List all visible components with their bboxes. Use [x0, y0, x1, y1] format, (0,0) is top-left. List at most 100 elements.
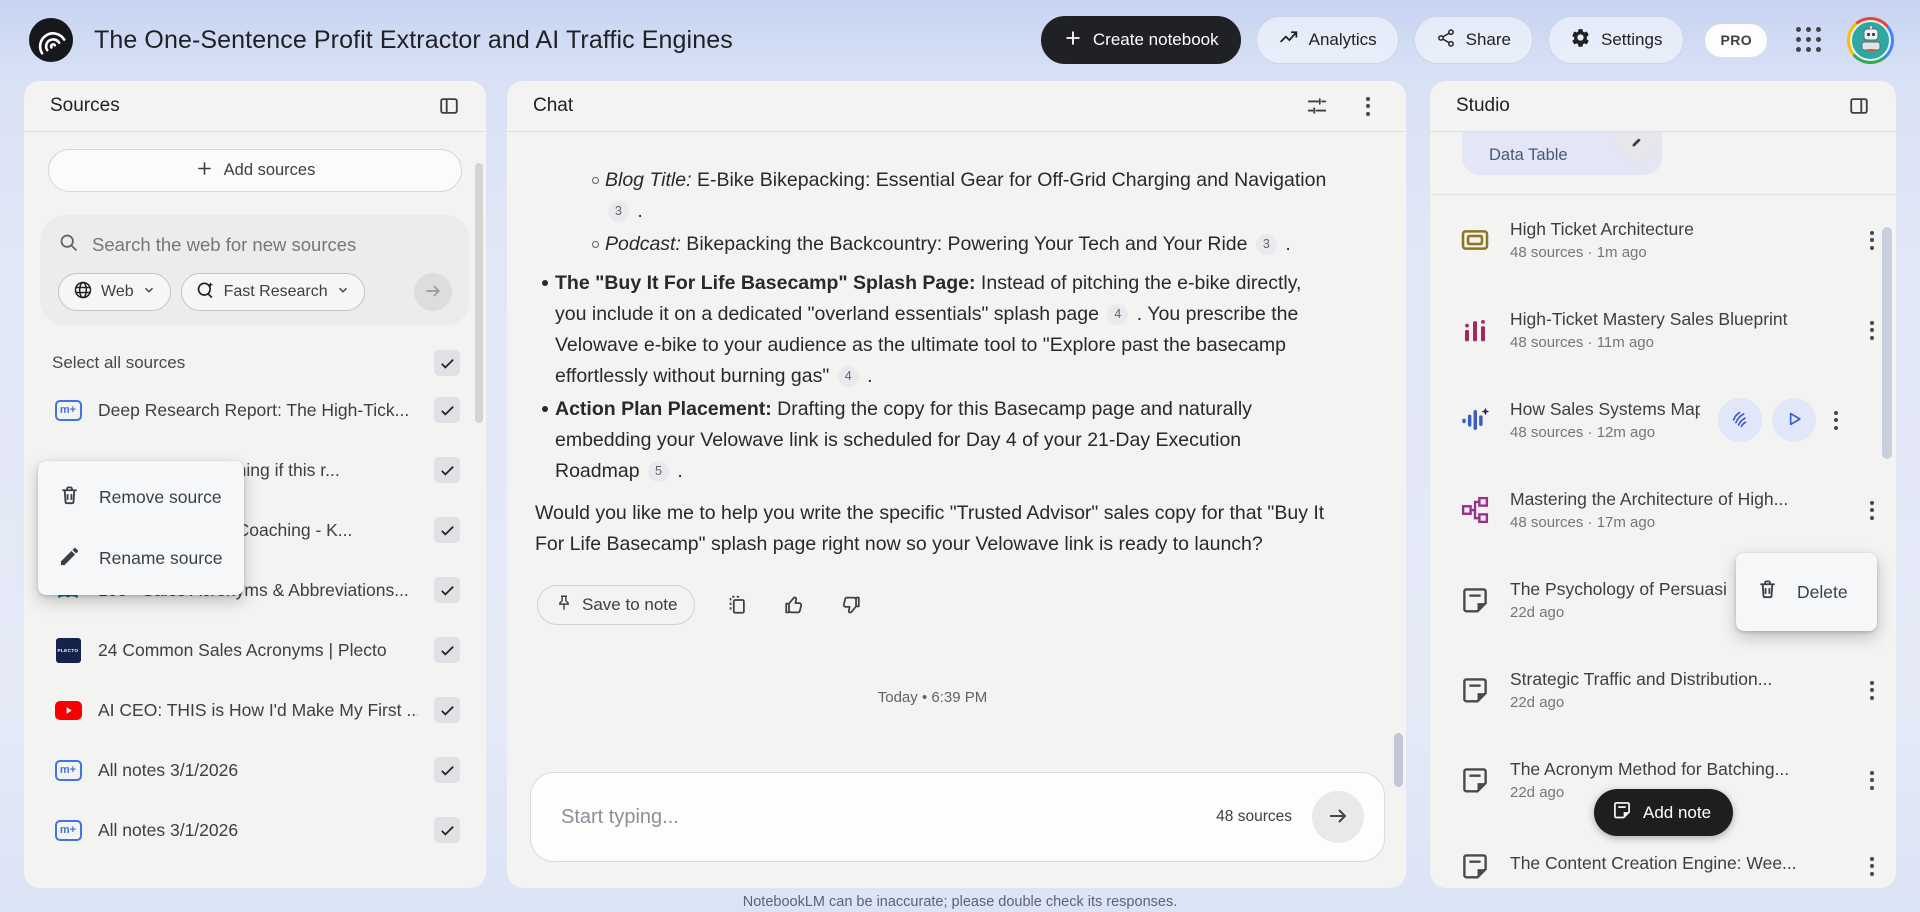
notebooklm-logo-icon[interactable]: [28, 17, 74, 63]
studio-item-meta: 48 sources · 17m ago: [1510, 514, 1656, 531]
studio-item[interactable]: High-Ticket Mastery Sales Blueprint 48 s…: [1430, 285, 1896, 375]
source-checkbox[interactable]: [434, 397, 460, 423]
add-sources-button[interactable]: Add sources: [48, 149, 462, 192]
studio-item-title: How Sales Systems Map...: [1510, 399, 1700, 419]
analytics-button[interactable]: Analytics: [1255, 16, 1399, 64]
play-button[interactable]: [1772, 398, 1816, 442]
web-filter-chip[interactable]: Web: [58, 273, 171, 311]
studio-context-menu: Delete: [1736, 553, 1877, 631]
chat-bullet: The "Buy It For Life Basecamp" Splash Pa…: [535, 268, 1330, 392]
note-icon: [1612, 800, 1632, 825]
delete-menu-item[interactable]: Delete: [1736, 561, 1877, 623]
studio-item-menu-icon[interactable]: [1862, 769, 1882, 791]
studio-item[interactable]: Mastering the Architecture of High... 48…: [1430, 465, 1896, 555]
hollow-bullet-marker: [585, 165, 605, 227]
source-row[interactable]: PLECTO 24 Common Sales Acronyms | Plecto: [24, 620, 486, 680]
select-all-row: Select all sources: [24, 326, 486, 380]
create-notebook-button[interactable]: Create notebook: [1040, 16, 1241, 64]
studio-panel: Studio Data Table High Ticket Architectu…: [1430, 81, 1896, 888]
studio-list: High Ticket Architecture 48 sources · 1m…: [1430, 195, 1896, 888]
save-to-note-button[interactable]: Save to note: [537, 585, 696, 625]
source-checkbox[interactable]: [434, 697, 460, 723]
trash-icon: [58, 484, 81, 512]
arrow-right-icon: [423, 281, 443, 304]
thumbs-down-icon[interactable]: [836, 590, 866, 620]
search-input[interactable]: [92, 234, 452, 256]
collapse-studio-panel-icon[interactable]: [1844, 91, 1874, 121]
chat-panel: Chat Blog Title: E-Bike Bikepacking: Ess…: [507, 81, 1406, 888]
studio-item-menu-icon[interactable]: [1862, 319, 1882, 341]
source-checkbox[interactable]: [434, 757, 460, 783]
trending-up-icon: [1278, 27, 1299, 53]
citation-badge[interactable]: 3: [1255, 234, 1277, 255]
robot-avatar-image: [1850, 19, 1891, 61]
chat-more-menu-icon[interactable]: [1358, 95, 1378, 117]
interactive-mode-button[interactable]: [1718, 398, 1762, 442]
source-row[interactable]: m+ All notes 3/1/2026: [24, 800, 486, 860]
chat-bullet: Action Plan Placement: Drafting the copy…: [535, 394, 1330, 487]
citation-badge[interactable]: 5: [647, 461, 669, 482]
source-title: All notes 3/1/2026: [98, 759, 239, 780]
notebooklm-note-icon: m+: [54, 759, 82, 781]
source-checkbox[interactable]: [434, 637, 460, 663]
source-title: 24 Common Sales Acronyms | Plecto: [98, 639, 387, 660]
user-avatar[interactable]: [1847, 16, 1894, 64]
search-submit-button[interactable]: [414, 273, 452, 311]
infographic-icon: [1458, 315, 1492, 345]
citation-badge[interactable]: 4: [1107, 304, 1129, 325]
notebooklm-note-icon: m+: [54, 399, 82, 421]
chat-settings-icon[interactable]: [1302, 91, 1332, 121]
search-icon: [58, 232, 79, 258]
disclaimer-text: NotebookLM can be inaccurate; please dou…: [742, 894, 1178, 910]
settings-button[interactable]: Settings: [1548, 16, 1685, 64]
source-checkbox[interactable]: [434, 457, 460, 483]
studio-item-title: Strategic Traffic and Distribution...: [1510, 669, 1773, 689]
source-checkbox[interactable]: [434, 517, 460, 543]
studio-item-menu-icon[interactable]: [1862, 855, 1882, 877]
add-sources-label: Add sources: [223, 161, 316, 179]
chat-scrollbar[interactable]: [1394, 733, 1403, 787]
citation-badge[interactable]: 3: [608, 201, 629, 222]
share-icon: [1436, 28, 1456, 53]
thumbs-up-icon[interactable]: [779, 590, 809, 620]
save-to-note-label: Save to note: [582, 595, 678, 614]
studio-item[interactable]: How Sales Systems Map... 48 sources · 12…: [1430, 375, 1896, 465]
remove-source-menu-item[interactable]: Remove source: [38, 467, 244, 528]
studio-panel-header: Studio: [1430, 81, 1896, 132]
citation-badge[interactable]: 4: [837, 366, 859, 387]
share-button[interactable]: Share: [1413, 16, 1534, 64]
studio-item-meta: 48 sources · 1m ago: [1510, 244, 1647, 261]
studio-item-menu-icon[interactable]: [1862, 229, 1882, 251]
copy-icon[interactable]: [722, 590, 752, 620]
chat-input[interactable]: [561, 805, 1217, 829]
apps-grid-icon[interactable]: [1796, 27, 1822, 53]
source-context-menu: Remove source Rename source: [38, 461, 244, 595]
studio-item-menu-icon[interactable]: [1862, 679, 1882, 701]
studio-item[interactable]: High Ticket Architecture 48 sources · 1m…: [1430, 195, 1896, 285]
collapse-sources-panel-icon[interactable]: [434, 91, 464, 121]
bullet-tail: .: [1279, 233, 1291, 255]
sparkle-search-icon: [196, 280, 216, 305]
rename-source-menu-item[interactable]: Rename source: [38, 528, 244, 589]
plus-icon: [195, 159, 214, 183]
web-search-box: Web Fast Research: [40, 215, 470, 326]
plecto-favicon: PLECTO: [54, 637, 82, 663]
source-checkbox[interactable]: [434, 577, 460, 603]
select-all-label: Select all sources: [52, 353, 186, 372]
research-mode-chip[interactable]: Fast Research: [180, 273, 365, 311]
add-note-label: Add note: [1643, 802, 1712, 822]
source-row[interactable]: m+ Deep Research Report: The High-Tick..…: [24, 380, 486, 440]
studio-item-menu-icon[interactable]: [1826, 409, 1846, 431]
studio-item-menu-icon[interactable]: [1862, 499, 1882, 521]
sources-scrollbar[interactable]: [475, 163, 483, 423]
chat-sub-bullet: Podcast: Bikepacking the Backcountry: Po…: [585, 229, 1330, 260]
add-note-button[interactable]: Add note: [1594, 789, 1734, 836]
source-row[interactable]: AI CEO: THIS is How I'd Make My First ..…: [24, 680, 486, 740]
studio-item-title: High-Ticket Mastery Sales Blueprint: [1510, 309, 1788, 329]
source-row[interactable]: m+ All notes 3/1/2026: [24, 740, 486, 800]
source-checkbox[interactable]: [434, 817, 460, 843]
select-all-checkbox[interactable]: [434, 350, 460, 376]
studio-item[interactable]: Strategic Traffic and Distribution... 22…: [1430, 645, 1896, 735]
send-button[interactable]: [1312, 791, 1364, 843]
studio-scrollbar[interactable]: [1882, 227, 1892, 459]
